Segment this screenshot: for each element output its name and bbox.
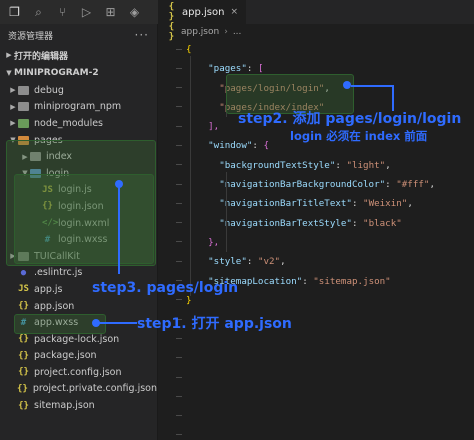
folder-row-miniprogram-npm[interactable]: ▶ miniprogram_npm	[0, 99, 157, 116]
tree-item-label: node_modules	[34, 117, 104, 129]
tree-item-label: .eslintrc.js	[34, 267, 83, 279]
breadcrumb-file[interactable]: app.json	[181, 27, 219, 37]
file-row-app-json[interactable]: {} app.json	[0, 298, 157, 315]
chevron-down-icon: ▼	[6, 69, 12, 77]
tree-item-label: miniprogram_npm	[34, 101, 122, 113]
tab-app-json[interactable]: { } app.json ×	[158, 0, 246, 24]
js-file-icon: JS	[18, 284, 29, 295]
tree-item-label: app.json	[34, 300, 75, 312]
close-icon[interactable]: ×	[230, 7, 238, 17]
annotation-connector	[99, 322, 137, 324]
folder-icon	[18, 85, 29, 95]
annotation-step2-note: login 必须在 index 前面	[290, 129, 428, 143]
code-line: "backgroundTextStyle": "light",	[219, 159, 391, 171]
tab-label: app.json	[182, 6, 225, 18]
chevron-right-icon: ▶	[10, 86, 16, 95]
file-row-sitemap-json[interactable]: {} sitemap.json	[0, 397, 157, 414]
chevron-right-icon: ▶	[6, 51, 12, 59]
file-row-package-json[interactable]: {} package.json	[0, 348, 157, 365]
annotation-connector	[351, 85, 393, 87]
search-icon[interactable]: ⌕	[32, 5, 45, 19]
login-highlight	[14, 174, 154, 264]
json-file-icon: {}	[18, 301, 29, 312]
tree-item-label: package-lock.json	[34, 333, 120, 345]
breadcrumb: { } app.json › ...	[158, 22, 474, 42]
eslint-file-icon: ●	[20, 267, 27, 278]
project-label: MINIPROGRAM-2	[14, 68, 99, 78]
files-icon[interactable]: ❐	[8, 5, 21, 19]
code-line: {	[186, 44, 192, 55]
more-actions-icon[interactable]: ···	[135, 28, 149, 42]
tree-item-label: package.json	[34, 350, 97, 362]
code-line: "navigationBarTextStyle": "black"	[219, 217, 402, 229]
source-control-icon[interactable]: ⑂	[56, 5, 69, 19]
json-file-icon: {}	[18, 350, 29, 361]
tree-item-label: debug	[34, 84, 64, 96]
json-file-icon: {}	[18, 400, 29, 411]
annotation-step2: step2. 添加 pages/login/login	[238, 111, 462, 127]
json-file-icon: {}	[17, 383, 28, 394]
annotation-step1: step1. 打开 app.json	[137, 316, 292, 332]
folder-icon	[18, 102, 29, 112]
chevron-right-icon: ▶	[10, 102, 16, 111]
line-gutter	[158, 40, 184, 440]
code-line: "navigationBarTitleText": "Weixin",	[219, 198, 413, 210]
json-icon: { }	[168, 22, 175, 42]
file-row-project-config-json[interactable]: {} project.config.json	[0, 364, 157, 381]
tree-item-label: project.config.json	[34, 366, 122, 378]
folder-row-debug[interactable]: ▶ debug	[0, 82, 157, 99]
chevron-right-icon: ▶	[10, 119, 16, 128]
tree-item-label: sitemap.json	[34, 400, 95, 412]
open-editors-label: 打开的编辑器	[14, 51, 69, 62]
annotation-step3: step3. pages/login	[92, 280, 239, 296]
docker-icon[interactable]: ◈	[128, 5, 141, 19]
code-line: "navigationBarBackgroundColor": "#fff",	[219, 179, 435, 191]
open-editors-section[interactable]: ▶ 打开的编辑器	[0, 46, 157, 64]
tab-bar: { } app.json ×	[158, 0, 474, 24]
file-row--eslintrc-js[interactable]: ● .eslintrc.js	[0, 265, 157, 282]
explorer-title: 资源管理器	[8, 31, 54, 42]
annotation-dot	[343, 81, 351, 89]
code-line: },	[208, 236, 220, 248]
extensions-icon[interactable]: ⊞	[104, 5, 117, 19]
tree-item-label: app.js	[34, 283, 63, 295]
annotation-connector	[118, 186, 120, 274]
explorer-header: 资源管理器 ···	[0, 24, 157, 46]
json-icon: { }	[168, 2, 175, 22]
breadcrumb-separator: ›	[224, 27, 228, 37]
code-line: "style": "v2",	[208, 256, 286, 268]
project-section[interactable]: ▼ MINIPROGRAM-2	[0, 64, 157, 82]
folder-row-node-modules[interactable]: ▶ node_modules	[0, 115, 157, 132]
activity-bar: ❐ ⌕ ⑂ ▷ ⊞ ◈	[0, 0, 158, 24]
json-file-icon: {}	[18, 334, 29, 345]
breadcrumb-tail[interactable]: ...	[233, 27, 242, 37]
debug-icon[interactable]: ▷	[80, 5, 93, 19]
json-file-icon: {}	[18, 367, 29, 378]
folder-icon	[18, 118, 29, 128]
tree-item-label: project.private.config.json	[32, 383, 157, 395]
file-row-project-private-config-json[interactable]: {} project.private.config.json	[0, 381, 157, 398]
